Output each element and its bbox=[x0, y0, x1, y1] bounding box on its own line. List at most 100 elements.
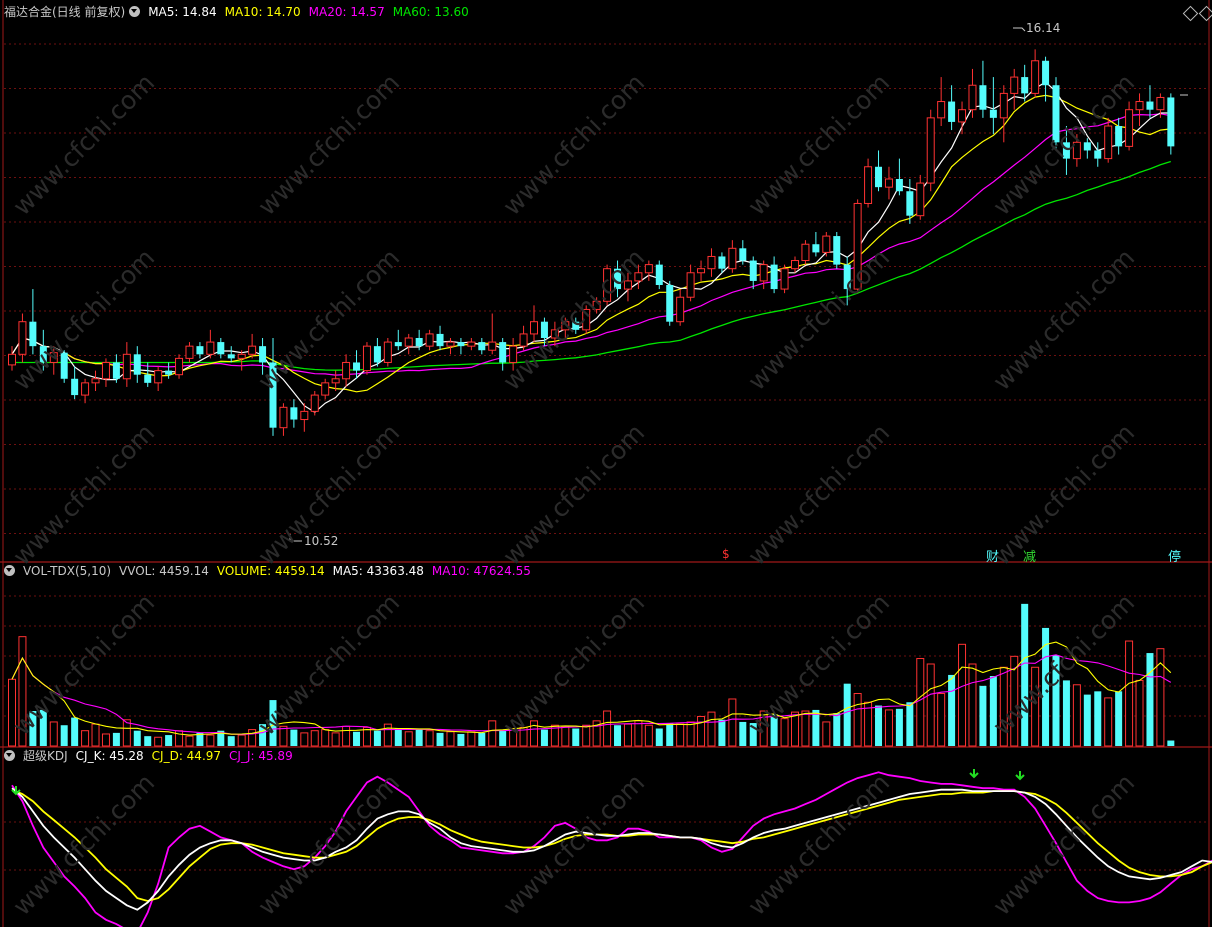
volume-bar bbox=[478, 732, 486, 746]
volume-bar bbox=[49, 721, 58, 747]
candle-body bbox=[948, 101, 956, 122]
candle-body bbox=[446, 341, 455, 347]
candle-body bbox=[958, 109, 967, 123]
candle-body bbox=[342, 361, 351, 380]
ma5-value: MA5: 14.84 bbox=[148, 5, 217, 19]
candle-body bbox=[196, 346, 204, 355]
stock-chart-window[interactable]: 福达合金(日线 前复权) MA5: 14.84 MA10: 14.70 MA20: 1… bbox=[0, 0, 1212, 927]
volume-bar bbox=[1135, 679, 1144, 747]
volume-bar bbox=[499, 729, 507, 746]
candle-body bbox=[906, 191, 914, 216]
high-price-label: 16.14 bbox=[1026, 21, 1061, 35]
volume-bar bbox=[488, 720, 497, 747]
volume-bar bbox=[373, 730, 381, 746]
volume-bar bbox=[1146, 653, 1154, 746]
volume-bar bbox=[623, 723, 632, 747]
candle-body bbox=[29, 321, 37, 347]
volume-bar bbox=[979, 685, 987, 746]
volume-bar bbox=[60, 725, 68, 746]
volume-bar bbox=[926, 663, 935, 747]
volume-bar bbox=[968, 663, 977, 747]
volume-bar bbox=[561, 725, 570, 747]
candle-body bbox=[122, 353, 131, 380]
settings-dropdown-icon[interactable] bbox=[129, 6, 141, 17]
volume-bar bbox=[383, 723, 392, 747]
kdj-indicator-name[interactable]: 超级KDJ bbox=[23, 749, 68, 763]
candle-body bbox=[1094, 150, 1102, 159]
candle-body bbox=[999, 92, 1008, 119]
candle-body bbox=[217, 342, 225, 355]
volume-bar bbox=[853, 693, 862, 747]
event-marker-s[interactable]: $ bbox=[722, 547, 730, 561]
volume-bar bbox=[916, 658, 925, 747]
volume-bar bbox=[415, 729, 423, 746]
volume-bar bbox=[644, 724, 653, 747]
candle-body bbox=[1146, 101, 1154, 110]
candle-body bbox=[436, 333, 444, 347]
kdj-settings-icon[interactable] bbox=[4, 750, 15, 761]
candle-body bbox=[394, 342, 402, 347]
candle-body bbox=[206, 341, 215, 355]
volume-bar bbox=[206, 734, 215, 747]
candle-body bbox=[18, 321, 27, 355]
candle-body bbox=[937, 101, 946, 119]
volume-indicator-name[interactable]: VOL-TDX(5,10) bbox=[23, 564, 111, 578]
candle-body bbox=[300, 410, 309, 421]
candle-body bbox=[290, 407, 298, 420]
volume-bar bbox=[353, 731, 361, 746]
candle-body bbox=[101, 361, 110, 380]
volume-bar bbox=[937, 693, 946, 747]
volume-bar bbox=[425, 730, 434, 747]
candle-body bbox=[1021, 77, 1029, 94]
candle-body bbox=[310, 394, 319, 412]
candle-body bbox=[1135, 101, 1144, 111]
candle-body bbox=[833, 236, 841, 265]
candle-body bbox=[133, 354, 141, 375]
volume-bar bbox=[457, 733, 465, 746]
stock-title[interactable]: 福达合金(日线 前复权) bbox=[4, 5, 125, 19]
volume-bar bbox=[812, 709, 820, 746]
volume-bar bbox=[133, 730, 141, 746]
volume-ma5-value: MA5: 43363.48 bbox=[332, 564, 424, 578]
candle-body bbox=[237, 353, 246, 359]
kdj-signal-arrow-icon bbox=[1015, 771, 1025, 781]
event-marker-ting[interactable]: 停 bbox=[1168, 546, 1181, 565]
volume-bar bbox=[237, 734, 246, 747]
candle-body bbox=[259, 346, 267, 363]
volume-bar bbox=[884, 709, 893, 747]
candle-body bbox=[321, 382, 330, 396]
volume-bar bbox=[1094, 691, 1102, 746]
candle-body bbox=[916, 182, 925, 217]
candle-body bbox=[353, 362, 361, 371]
volume-bar bbox=[1104, 697, 1113, 747]
volume-bar bbox=[801, 710, 810, 747]
volume-bar bbox=[1083, 694, 1091, 746]
candle-body bbox=[780, 268, 789, 290]
candle-body bbox=[676, 296, 685, 323]
candle-body bbox=[926, 117, 935, 184]
candle-body bbox=[989, 109, 997, 118]
volume-bar bbox=[791, 711, 799, 747]
volume-settings-icon[interactable] bbox=[4, 565, 15, 576]
volume-bar bbox=[676, 723, 685, 747]
vvol-value: VVOL: 4459.14 bbox=[119, 564, 209, 578]
volume-bar bbox=[895, 708, 903, 746]
volume-bar bbox=[467, 731, 476, 747]
volume-bar bbox=[394, 728, 402, 746]
volume-bar bbox=[300, 732, 309, 747]
volume-bar bbox=[185, 735, 194, 747]
candle-body bbox=[1031, 60, 1040, 94]
low-price-label: 10.52 bbox=[304, 534, 339, 548]
candle-body bbox=[812, 244, 820, 253]
volume-bar bbox=[572, 728, 580, 746]
candle-body bbox=[415, 338, 423, 347]
kdj-j-value: CJ_J: 45.89 bbox=[229, 749, 293, 763]
volume-bar bbox=[290, 729, 298, 746]
candle-body bbox=[499, 342, 507, 363]
kdj-signal-arrow-icon bbox=[969, 769, 979, 779]
volume-bar bbox=[948, 674, 956, 746]
candle-body bbox=[1042, 60, 1050, 86]
kdj-d-value: CJ_D: 44.97 bbox=[151, 749, 222, 763]
candle-body bbox=[185, 345, 194, 359]
candle-body bbox=[739, 248, 747, 261]
